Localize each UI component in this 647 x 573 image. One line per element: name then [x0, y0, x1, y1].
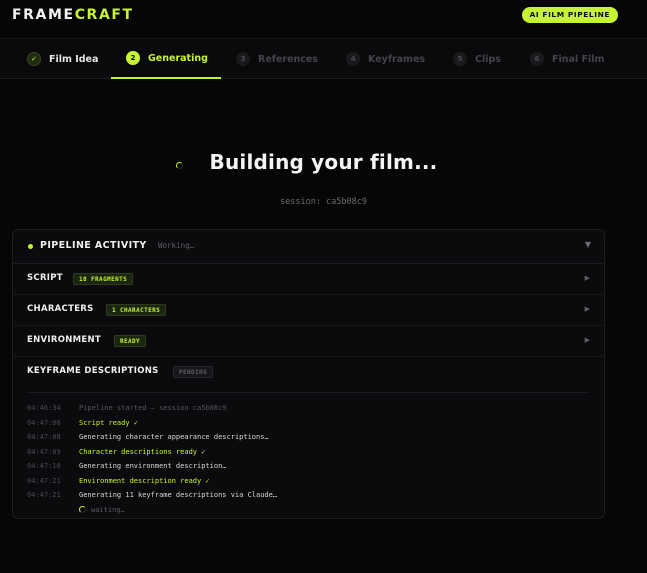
step-number: 2 — [126, 51, 140, 65]
tab-clips[interactable]: 5 Clips — [453, 39, 501, 79]
tab-label: References — [258, 53, 318, 65]
status-badge: PENDING — [173, 366, 214, 378]
status-badge: 18 FRAGMENTS — [73, 273, 134, 285]
tab-label: Film Idea — [49, 53, 99, 65]
top-bar: FRAMECRAFT AI FILM PIPELINE — [0, 0, 647, 38]
tab-keyframes[interactable]: 4 Keyframes — [346, 39, 425, 79]
tab-generating[interactable]: 2 Generating — [111, 39, 221, 79]
logo-craft-text: CRAFT — [74, 7, 134, 23]
log-line: 04:47:21 Environment description ready ✓ — [27, 476, 210, 485]
status-badge: 1 CHARACTERS — [106, 304, 167, 316]
step-tabs: ✓ Film Idea 2 Generating 3 References 4 … — [0, 38, 647, 79]
log-line: 04:47:21 Generating 11 keyframe descripti… — [27, 491, 278, 499]
page-title: Building your film... — [209, 150, 438, 174]
tab-label: Generating — [148, 52, 208, 64]
panel-status: Working… — [158, 241, 195, 250]
collapse-caret-icon[interactable]: ▼ — [585, 240, 591, 249]
row-characters[interactable]: CHARACTERS 1 CHARACTERS ▶ — [13, 295, 604, 326]
tab-label: Clips — [475, 53, 501, 65]
pipeline-badge: AI FILM PIPELINE — [521, 7, 618, 23]
row-label: ENVIRONMENT — [27, 335, 102, 345]
row-label: CHARACTERS — [27, 304, 94, 314]
logo-frame-text: FRAME — [12, 7, 75, 23]
waiting-text: waiting… — [91, 505, 125, 514]
tab-final-film[interactable]: 6 Final Film — [530, 39, 604, 79]
log-line: 04:46:34 Pipeline started — session ca5b0… — [27, 404, 227, 412]
step-number: 3 — [236, 52, 250, 66]
check-icon: ✓ — [27, 52, 41, 66]
row-environment[interactable]: ENVIRONMENT READY ▶ — [13, 326, 604, 357]
activity-log: 04:46:34 Pipeline started — session ca5b0… — [27, 392, 590, 517]
status-dot-icon — [28, 244, 33, 249]
waiting-indicator: waiting… — [27, 503, 590, 518]
log-line: 04:47:10 Generating environment descripti… — [27, 462, 227, 470]
row-script[interactable]: SCRIPT 18 FRAGMENTS ▶ — [13, 264, 604, 295]
expand-arrow-icon[interactable]: ▶ — [585, 336, 590, 344]
expand-arrow-icon[interactable]: ▶ — [585, 305, 590, 313]
step-number: 6 — [530, 52, 544, 66]
status-badge: READY — [114, 335, 147, 347]
session-id: session: ca5b08c9 — [280, 197, 367, 207]
log-line: 04:47:08 Script ready ✓ — [27, 418, 139, 427]
log-line: 04:47:09 Character descriptions ready ✓ — [27, 447, 206, 456]
row-label: SCRIPT — [27, 273, 63, 283]
tab-references[interactable]: 3 References — [236, 39, 318, 79]
expand-arrow-icon[interactable]: ▶ — [585, 274, 590, 282]
panel-header[interactable]: PIPELINE ACTIVITY Working… ▼ — [13, 230, 604, 264]
step-number: 4 — [346, 52, 360, 66]
step-number: 5 — [453, 52, 467, 66]
tab-label: Final Film — [552, 53, 605, 65]
row-label: KEYFRAME DESCRIPTIONS — [27, 366, 159, 376]
row-keyframe-descriptions: KEYFRAME DESCRIPTIONS PENDING — [13, 357, 604, 388]
tab-film-idea[interactable]: ✓ Film Idea — [27, 39, 98, 79]
pipeline-activity-panel: PIPELINE ACTIVITY Working… ▼ SCRIPT 18 F… — [12, 229, 605, 519]
log-line: 04:47:08 Generating character appearance … — [27, 433, 269, 441]
panel-title: PIPELINE ACTIVITY — [40, 240, 147, 251]
app-logo[interactable]: FRAMECRAFT — [12, 7, 134, 23]
tab-label: Keyframes — [368, 53, 426, 65]
spinner-icon — [79, 506, 86, 514]
